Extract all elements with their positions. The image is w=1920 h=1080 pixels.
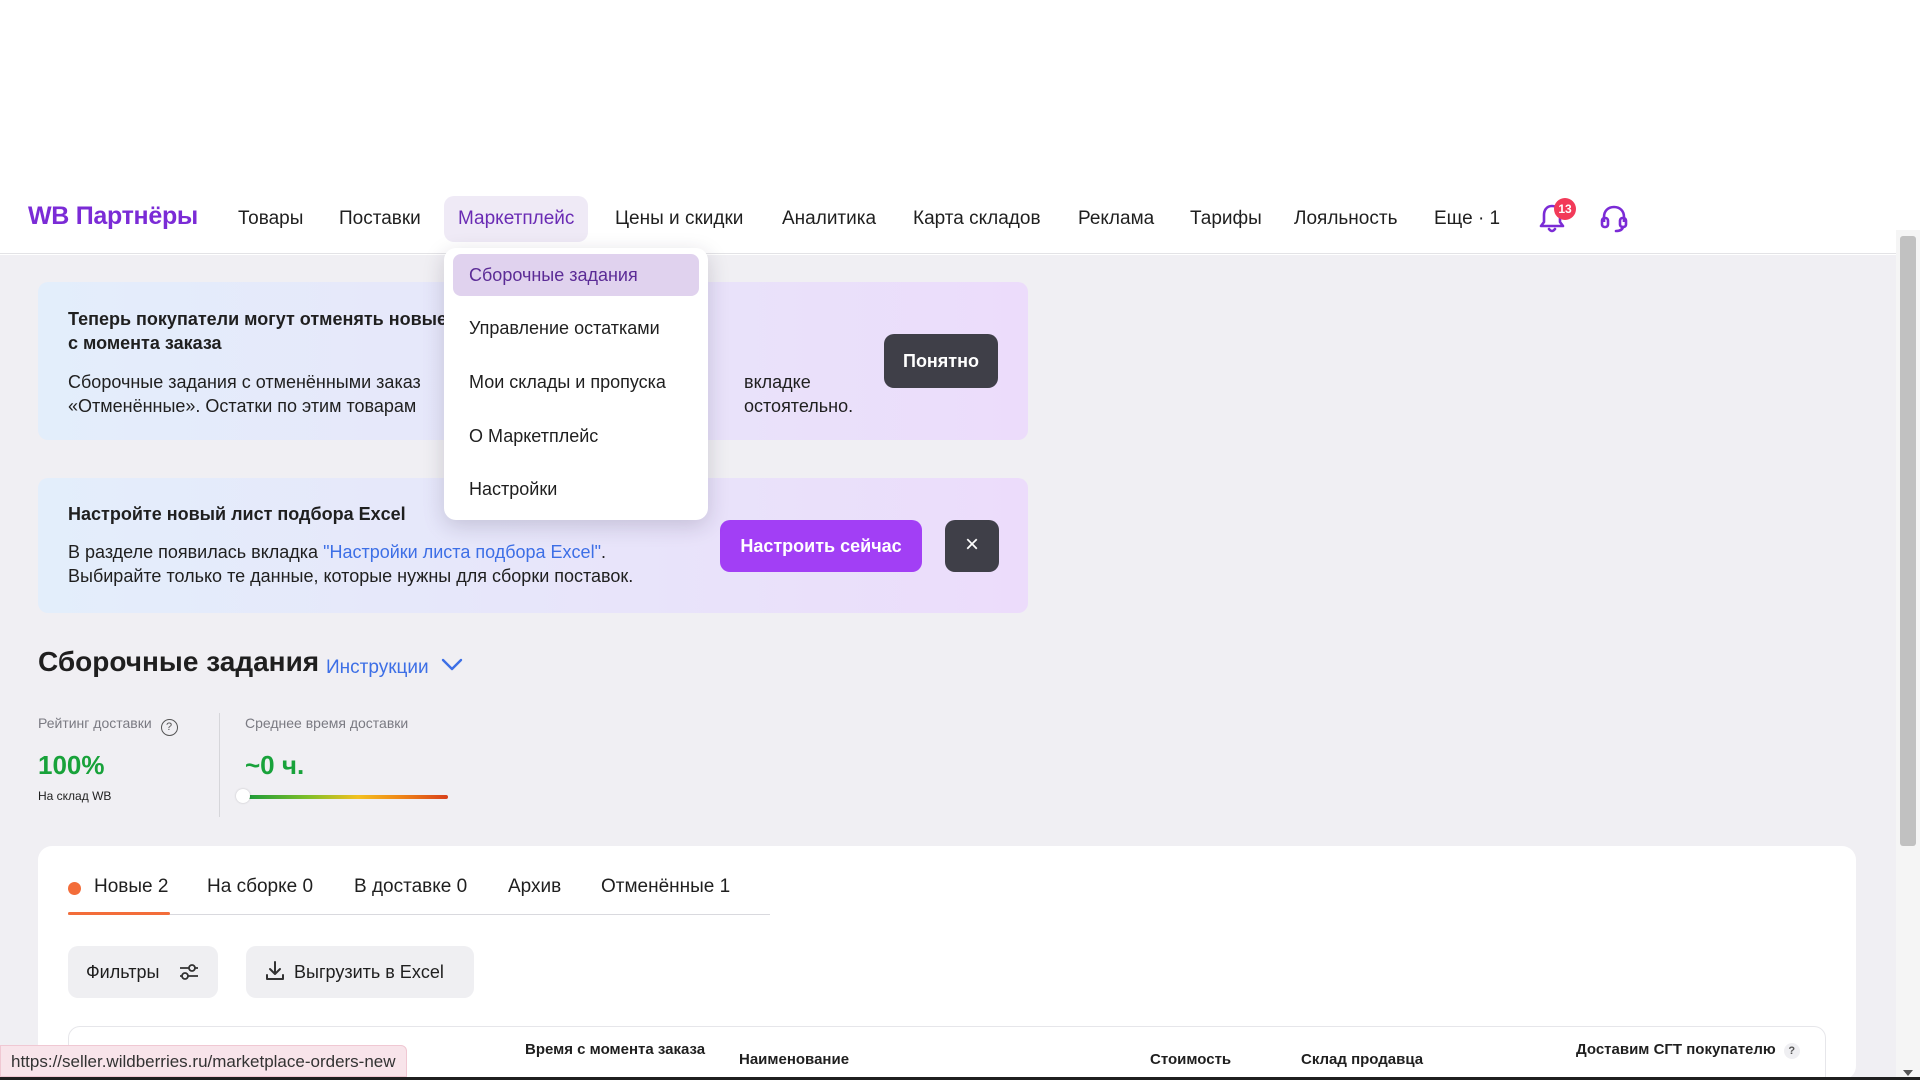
menu-item-settings[interactable]: Настройки: [453, 468, 699, 510]
column-header-name[interactable]: Наименование: [739, 1051, 849, 1068]
support-button[interactable]: [1592, 196, 1636, 240]
avg-delivery-time-value: ~0 ч.: [245, 750, 305, 780]
nav-item-analytics[interactable]: Аналитика: [768, 196, 890, 242]
nav-item-more[interactable]: Еще · 1: [1420, 196, 1514, 242]
instructions-label: Инструкции: [326, 657, 429, 678]
nav-item-advertising[interactable]: Реклама: [1064, 196, 1168, 242]
banner-text-right: вкладке: [744, 372, 811, 392]
nav-item-marketplace[interactable]: Маркетплейс: [444, 196, 589, 242]
link-status-url: https://seller.wildberries.ru/marketplac…: [0, 1045, 407, 1077]
menu-item-stock-management[interactable]: Управление остатками: [453, 307, 699, 349]
notifications-button[interactable]: 13: [1530, 196, 1576, 240]
banner-title: Настройте новый лист подбора Excel: [68, 504, 406, 524]
help-icon[interactable]: ?: [1783, 1043, 1800, 1059]
banner-text: «Отменённые». Остатки по этим товарам: [68, 396, 417, 416]
menu-item-about-marketplace[interactable]: О Маркетплейс: [453, 415, 699, 457]
notifications-badge: 13: [1554, 198, 1576, 220]
banner-text: В разделе появилась вкладка "Настройки л…: [68, 542, 606, 562]
tab-new[interactable]: Новые 2: [94, 876, 168, 898]
delivery-time-scale: [248, 795, 448, 799]
menu-item-assembly-tasks[interactable]: Сборочные задания: [453, 254, 699, 296]
active-tab-underline: [68, 912, 170, 915]
nav-item-loyalty[interactable]: Лояльность: [1280, 196, 1411, 242]
top-blank-area: [0, 0, 1920, 190]
scrollbar-thumb[interactable]: [1900, 236, 1916, 846]
configure-now-button[interactable]: Настроить сейчас: [720, 520, 922, 572]
tab-cancelled[interactable]: Отменённые 1: [601, 876, 730, 898]
new-orders-indicator: [68, 882, 81, 895]
close-banner-button[interactable]: ×: [945, 520, 999, 572]
instructions-toggle[interactable]: Инструкции: [326, 656, 464, 679]
got-it-button[interactable]: Понятно: [884, 334, 998, 388]
marketplace-dropdown-menu: Сборочные задания Управление остатками М…: [444, 248, 708, 520]
help-icon[interactable]: ?: [160, 719, 178, 736]
tab-in-delivery[interactable]: В доставке 0: [354, 876, 467, 898]
logo[interactable]: WB Партнёры: [28, 202, 198, 231]
stats-divider: [219, 713, 220, 817]
chevron-down-icon: [441, 658, 463, 671]
nav-item-prices-discounts[interactable]: Цены и скидки: [601, 196, 757, 242]
close-icon: ×: [964, 531, 979, 558]
delivery-time-marker: [236, 789, 250, 803]
column-header-sgt-delivery[interactable]: Доставим СГТ покупателю?: [1576, 1041, 1800, 1059]
column-header-time-since-order[interactable]: Время с момента заказа: [525, 1041, 705, 1058]
headset-icon: [1600, 205, 1628, 233]
filters-button[interactable]: Фильтры: [68, 946, 218, 998]
avg-delivery-time-label: Среднее время доставки: [245, 715, 409, 731]
banner-text: Сборочные задания с отменёнными заказ: [68, 372, 421, 392]
column-header-price[interactable]: Стоимость: [1150, 1051, 1231, 1068]
banner-text: Выбирайте только те данные, которые нужн…: [68, 566, 634, 586]
nav-item-supplies[interactable]: Поставки: [325, 196, 435, 242]
banner-title-continued: с момента заказа: [68, 333, 222, 353]
nav-item-warehouse-map[interactable]: Карта складов: [899, 196, 1055, 242]
page-title: Сборочные задания: [38, 646, 320, 677]
column-header-seller-warehouse[interactable]: Склад продавца: [1301, 1051, 1423, 1068]
top-navigation: WB Партнёры Товары Поставки Маркетплейс …: [0, 190, 1920, 254]
nav-item-products[interactable]: Товары: [224, 196, 317, 242]
banner-title: Теперь покупатели могут отменять новые: [68, 309, 448, 329]
picklist-settings-link[interactable]: "Настройки листа подбора Excel": [323, 542, 601, 562]
filter-sliders-icon: [180, 964, 198, 980]
page-scrollbar[interactable]: [1896, 230, 1920, 1080]
delivery-rating-value: 100%: [38, 750, 105, 780]
export-excel-button[interactable]: Выгрузить в Excel: [246, 946, 474, 998]
scroll-down-arrow-icon[interactable]: [1903, 1070, 1913, 1076]
delivery-rating-sub: На склад WB: [38, 789, 112, 803]
tabs-divider: [68, 914, 770, 915]
tab-assembly[interactable]: На сборке 0: [207, 876, 313, 898]
tab-archive[interactable]: Архив: [508, 876, 561, 898]
download-icon: [266, 961, 284, 980]
banner-text-right: остоятельно.: [744, 396, 854, 416]
nav-item-tariffs[interactable]: Тарифы: [1176, 196, 1276, 242]
menu-item-warehouses-passes[interactable]: Мои склады и пропуска: [453, 361, 699, 403]
delivery-rating-label: Рейтинг доставки ?: [38, 715, 178, 736]
